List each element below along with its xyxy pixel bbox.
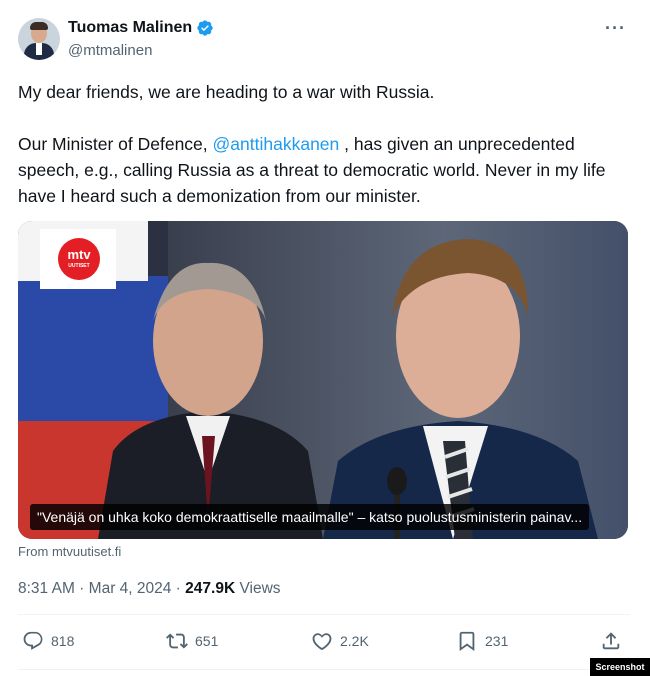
tweet-time[interactable]: 8:31 AM [18,580,75,597]
tweet-meta: 8:31 AM · Mar 4, 2024 · 247.9K Views [18,580,281,598]
card-caption[interactable]: "Venäjä on uhka koko demokraattiselle ma… [30,504,590,530]
screenshot-watermark: Screenshot [590,658,650,676]
divider [18,614,630,615]
repost-button[interactable]: 651 [166,630,218,652]
author-handle[interactable]: @mtmalinen [68,42,152,59]
reply-icon [23,631,43,650]
tweet-text-para2: Our Minister of Defence, @anttihakkanen … [18,131,630,209]
reply-button[interactable]: 818 [22,630,74,652]
meta-separator: · [74,580,89,597]
link-card[interactable]: mtv UUTISET "Venäjä on uhka koko demokra… [18,221,628,539]
like-count: 2.2K [340,633,369,649]
views-label: Views [235,580,281,597]
mtv-logo-sub: UUTISET [68,263,90,269]
mtv-logo: mtv UUTISET [40,229,116,289]
repost-count: 651 [195,633,219,649]
tweet-text-line1: My dear friends, we are heading to a war… [18,82,435,102]
divider [18,669,630,670]
bookmark-icon [459,631,475,652]
avatar[interactable] [18,18,60,60]
like-button[interactable]: 2.2K [311,630,369,652]
bookmark-count: 231 [485,633,509,649]
verified-badge-icon [197,20,213,36]
views-count[interactable]: 247.9K [185,580,235,597]
mtv-logo-circle: mtv UUTISET [58,238,100,280]
author-name-row: Tuomas Malinen [68,19,214,37]
reply-count: 818 [51,633,75,649]
mtv-logo-text: mtv [67,247,91,262]
tweet: Tuomas Malinen @mtmalinen ··· My dear fr… [0,0,650,676]
card-source[interactable]: From mtvuutiset.fi [18,544,121,559]
heart-icon [312,633,332,651]
tweet-text-before-mention: Our Minister of Defence, [18,134,213,154]
share-button[interactable] [600,630,622,652]
repost-icon [166,633,188,649]
bookmark-button[interactable]: 231 [456,630,508,652]
share-icon [602,632,620,650]
more-icon[interactable]: ··· [605,18,626,39]
action-bar: 818 651 2.2K 231 [18,630,630,658]
author-name[interactable]: Tuomas Malinen [68,19,192,37]
mention-link[interactable]: @anttihakkanen [213,134,340,154]
meta-separator: · [171,580,186,597]
tweet-date[interactable]: Mar 4, 2024 [89,580,172,597]
